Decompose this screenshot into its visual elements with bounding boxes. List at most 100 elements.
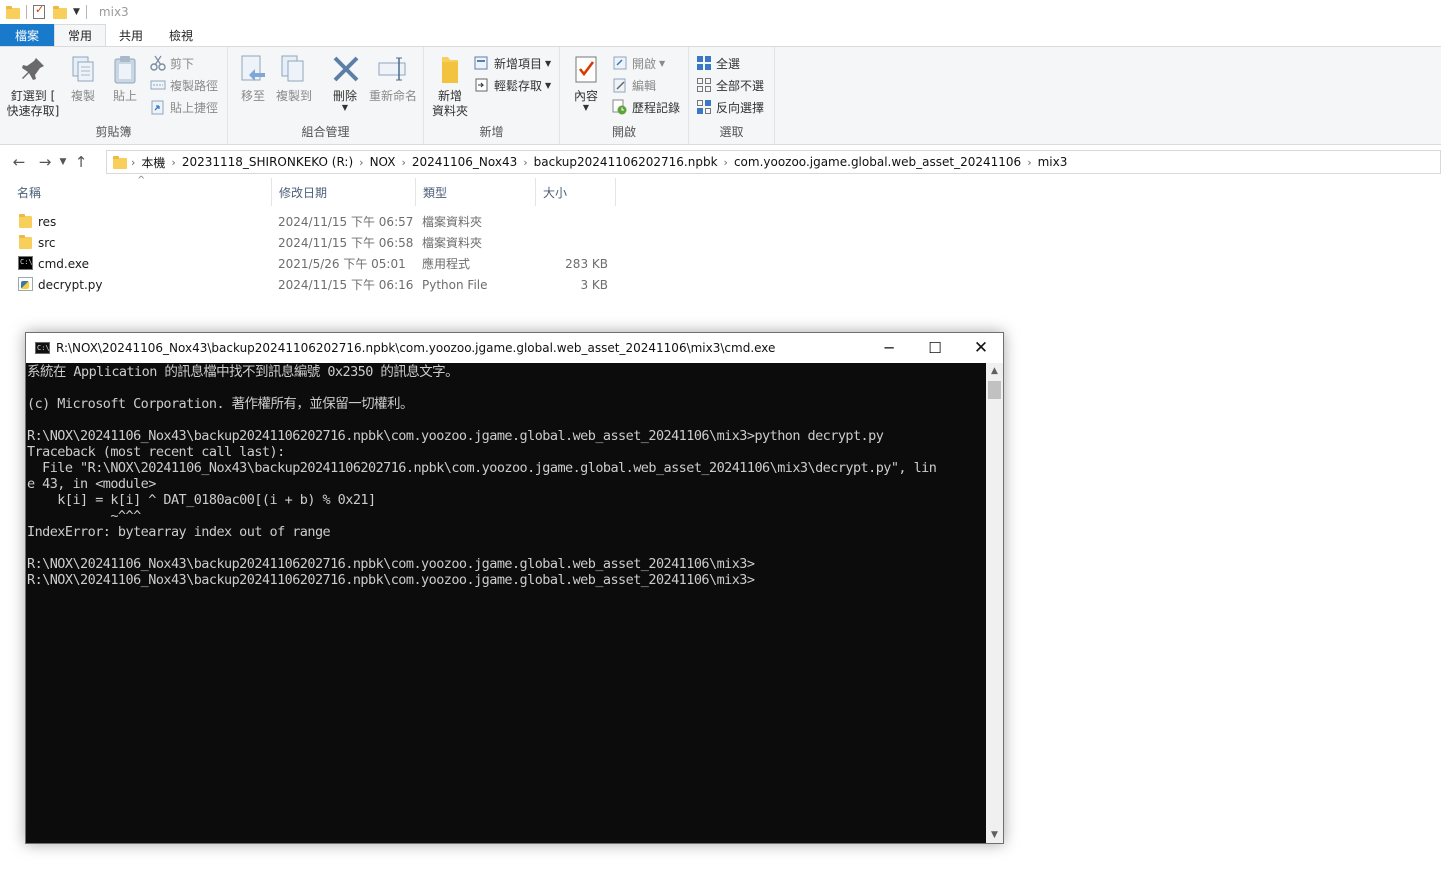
copy-path-button[interactable]: 複製路徑 (150, 75, 218, 95)
file-row-decrypt[interactable]: decrypt.py 2024/11/15 下午 06:16 Python Fi… (0, 274, 620, 295)
divider (85, 5, 87, 19)
chevron-right-icon[interactable]: › (523, 156, 527, 169)
new-item-icon (474, 55, 490, 71)
breadcrumb-nox43[interactable]: 20241106_Nox43 (412, 155, 517, 169)
select-group: 全選 全部不選 反向選擇 選取 (689, 47, 775, 144)
history-clock-icon (612, 99, 628, 115)
new-item-button[interactable]: 新增項目 ▼ (474, 53, 551, 73)
column-date-modified[interactable]: 修改日期 (272, 178, 416, 206)
scrollbar-thumb[interactable] (988, 381, 1001, 399)
customize-toolbar-chevron-icon[interactable]: ▼ (73, 7, 80, 17)
chevron-down-icon: ▼ (545, 58, 552, 68)
select-none-button[interactable]: 全部不選 (696, 75, 764, 95)
invert-selection-button[interactable]: 反向選擇 (696, 97, 764, 117)
divider (26, 5, 27, 19)
console-scrollbar[interactable]: ▲ ▼ (986, 363, 1003, 843)
pin-quick-access-button[interactable]: 釘選到 [ 快速存取] (6, 53, 60, 119)
chevron-right-icon[interactable]: › (724, 156, 728, 169)
tab-home[interactable]: 常用 (54, 24, 107, 46)
console-line: IndexError: bytearray index out of range (27, 524, 331, 540)
up-arrow-icon[interactable]: ↑ (70, 153, 92, 171)
chevron-right-icon[interactable]: › (1027, 156, 1031, 169)
copy-icon (67, 53, 99, 85)
tab-view[interactable]: 檢視 (156, 24, 206, 46)
edit-button[interactable]: 編輯 (612, 75, 656, 95)
copy-to-button[interactable]: 複製到 (274, 53, 314, 104)
column-size[interactable]: 大小 (536, 178, 616, 206)
clipboard-group: 釘選到 [ 快速存取] 複製 貼上 剪下 複製路徑 貼上捷徑 剪貼簿 (0, 47, 228, 144)
new-folder-icon (434, 53, 466, 85)
console-line: k[i] = k[i] ^ DAT_0180ac00[(i + b) % 0x2… (27, 492, 376, 508)
scroll-up-icon[interactable]: ▲ (986, 363, 1003, 379)
tab-share[interactable]: 共用 (106, 24, 156, 46)
folder-icon (6, 5, 20, 19)
move-to-icon (237, 53, 269, 85)
file-row-res[interactable]: res 2024/11/15 下午 06:57 檔案資料夾 (0, 211, 620, 232)
copy-to-icon (278, 53, 310, 85)
scissors-icon (150, 55, 166, 71)
back-arrow-icon[interactable]: ← (8, 153, 30, 171)
paste-button[interactable]: 貼上 (108, 53, 142, 104)
console-line: (c) Microsoft Corporation. 著作權所有，並保留一切權利… (27, 396, 413, 412)
easy-access-icon (474, 77, 490, 93)
file-list-header: ^ 名稱 修改日期 類型 大小 (0, 175, 620, 206)
rename-button[interactable]: 重新命名 (366, 53, 420, 104)
recent-locations-chevron-icon[interactable]: ▼ (56, 157, 70, 167)
properties-button[interactable]: 內容 ▼ (568, 53, 604, 112)
minimize-icon[interactable]: ─ (866, 333, 912, 363)
breadcrumb-this-pc[interactable]: 本機 (141, 154, 165, 171)
chevron-down-icon: ▼ (582, 103, 590, 112)
forward-arrow-icon[interactable]: → (34, 153, 56, 171)
properties-icon[interactable] (33, 3, 45, 19)
ribbon: 釘選到 [ 快速存取] 複製 貼上 剪下 複製路徑 貼上捷徑 剪貼簿 移至 複製… (0, 46, 1441, 145)
easy-access-button[interactable]: 輕鬆存取 ▼ (474, 75, 551, 95)
file-row-cmd[interactable]: C:\ cmd.exe 2021/5/26 下午 05:01 應用程式 283 … (0, 253, 620, 274)
paste-shortcut-button[interactable]: 貼上捷徑 (150, 97, 218, 117)
console-line: e 43, in <module> (27, 476, 156, 492)
breadcrumb-backup[interactable]: backup20241106202716.npbk (534, 155, 718, 169)
breadcrumb-mix3[interactable]: mix3 (1038, 155, 1068, 169)
chevron-right-icon[interactable]: › (171, 156, 175, 169)
new-folder-button[interactable]: 新增 資料夾 (430, 53, 470, 119)
clipboard-icon (109, 53, 141, 85)
console-window[interactable]: C:\ R:\NOX\20241106_Nox43\backup20241106… (25, 332, 1004, 844)
breadcrumb-nox[interactable]: NOX (370, 155, 396, 169)
select-all-button[interactable]: 全選 (696, 53, 740, 73)
scroll-down-icon[interactable]: ▼ (986, 827, 1003, 843)
paste-shortcut-icon (150, 99, 166, 115)
breadcrumb-drive[interactable]: 20231118_SHIRONKEKO (R:) (182, 155, 353, 169)
tab-file[interactable]: 檔案 (0, 24, 55, 46)
move-to-button[interactable]: 移至 (236, 53, 270, 104)
history-button[interactable]: 歷程記錄 (612, 97, 680, 117)
chevron-right-icon[interactable]: › (359, 156, 363, 169)
chevron-right-icon[interactable]: › (131, 156, 135, 169)
address-bar[interactable]: › 本機 › 20231118_SHIRONKEKO (R:) › NOX › … (106, 150, 1441, 174)
chevron-right-icon[interactable]: › (401, 156, 405, 169)
copy-button[interactable]: 複製 (66, 53, 100, 104)
close-icon[interactable]: ✕ (958, 333, 1004, 363)
cut-button[interactable]: 剪下 (150, 53, 194, 73)
file-row-src[interactable]: src 2024/11/15 下午 06:58 檔案資料夾 (0, 232, 620, 253)
column-name[interactable]: 名稱 (10, 178, 272, 206)
pin-icon (17, 53, 49, 85)
breadcrumb-web-asset[interactable]: com.yoozoo.jgame.global.web_asset_202411… (734, 155, 1021, 169)
folder-icon (18, 235, 33, 249)
delete-button[interactable]: 刪除 ▼ (330, 53, 360, 112)
console-title-bar[interactable]: C:\ R:\NOX\20241106_Nox43\backup20241106… (26, 333, 1003, 363)
open-button[interactable]: 開啟 ▼ (612, 53, 665, 73)
column-type[interactable]: 類型 (416, 178, 536, 206)
console-app-icon: C:\ (35, 342, 50, 354)
rename-icon (377, 53, 409, 85)
new-folder-icon[interactable] (53, 5, 67, 19)
edit-icon (612, 77, 628, 93)
invert-selection-icon (696, 99, 712, 115)
maximize-icon[interactable]: ☐ (912, 333, 958, 363)
console-title: R:\NOX\20241106_Nox43\backup202411062027… (56, 341, 776, 355)
open-group: 內容 ▼ 開啟 ▼ 編輯 歷程記錄 開啟 (560, 47, 689, 144)
quick-access-toolbar: ▼ (0, 0, 93, 24)
delete-x-icon (330, 53, 362, 85)
new-group: 新增 資料夾 新增項目 ▼ 輕鬆存取 ▼ 新增 (424, 47, 560, 144)
console-output[interactable]: 系統在 Application 的訊息檔中找不到訊息編號 0x2350 的訊息文… (26, 363, 986, 843)
